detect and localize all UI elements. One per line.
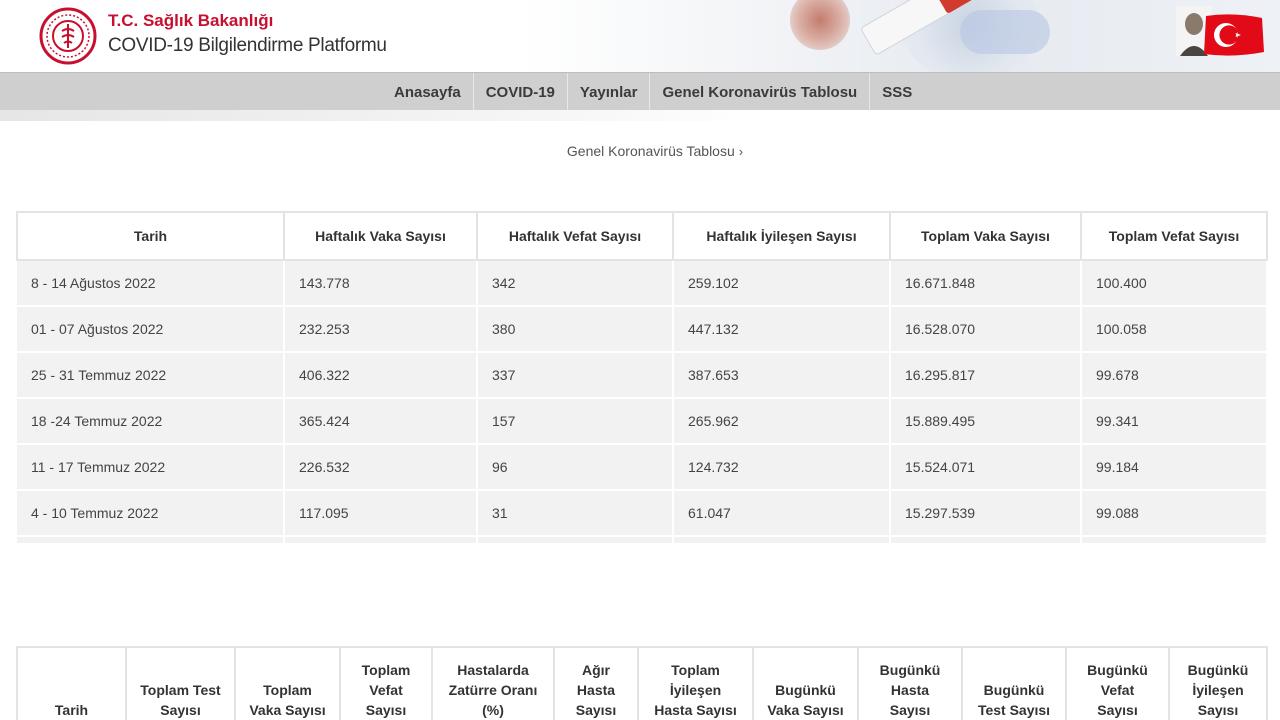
table-header-row: Tarih Haftalık Vaka Sayısı Haftalık Vefa… [16,211,1268,261]
table-cell [890,536,1082,545]
column-header: Bugünkü Hasta Sayısı [857,646,963,720]
column-header: Toplam İyileşen Hasta Sayısı [637,646,754,720]
nav-shadow [0,110,1280,121]
column-header: Toplam Test Sayısı [125,646,236,720]
table-cell: 117.095 [284,490,478,537]
nav-item-genel-tablo[interactable]: Genel Koronavirüs Tablosu [649,73,869,111]
table-cell: 8 - 14 Ağustos 2022 [17,260,285,307]
table-cell: 157 [477,398,674,445]
table-cell: 16.295.817 [890,352,1082,399]
table-cell [284,536,478,545]
table-row: 4 - 10 Temmuz 2022 117.095 31 61.047 15.… [17,490,1268,537]
turkish-flag-icon [1204,14,1264,56]
table-cell: 15.524.071 [890,444,1082,491]
table-header-row: Tarih Toplam Test Sayısı Toplam Vaka Sayıs… [16,646,1268,720]
table-cell: 99.088 [1081,490,1268,537]
ministry-logo-icon[interactable] [39,7,97,65]
table-row: 25 - 31 Temmuz 2022 406.322 337 387.653 … [17,352,1268,399]
breadcrumb: Genel Koronavirüs Tablosu › [0,143,1280,159]
table-cell: 387.653 [673,352,891,399]
table-row: 11 - 17 Temmuz 2022 226.532 96 124.732 1… [17,444,1268,491]
table-cell: 15.889.495 [890,398,1082,445]
table-cell: 232.253 [284,306,478,353]
table-cell: 342 [477,260,674,307]
table-cell: 143.778 [284,260,478,307]
column-header: Bugünkü Test Sayısı [961,646,1067,720]
column-header: Hastalarda Zatürre Oranı (%) [431,646,555,720]
column-header: Haftalık İyileşen Sayısı [672,211,891,261]
weekly-stats-table: Tarih Haftalık Vaka Sayısı Haftalık Vefa… [16,211,1268,545]
hero-glove [960,10,1050,54]
table-cell: 447.132 [673,306,891,353]
table-cell: 99.678 [1081,352,1268,399]
table-row: 8 - 14 Ağustos 2022 143.778 342 259.102 … [17,260,1268,307]
column-header: Toplam Vaka Sayısı [234,646,341,720]
table-cell: 4 - 10 Temmuz 2022 [17,490,285,537]
daily-stats-table: Tarih Toplam Test Sayısı Toplam Vaka Sayıs… [16,646,1268,720]
table-cell: 99.341 [1081,398,1268,445]
table-cell [477,536,674,545]
table-cell: 406.322 [284,352,478,399]
column-header: Toplam Vaka Sayısı [889,211,1082,261]
column-header: Tarih [16,211,285,261]
table-cell: 99.184 [1081,444,1268,491]
brand-subtitle[interactable]: COVID-19 Bilgilendirme Platformu [108,35,387,57]
nav-item-sss[interactable]: SSS [869,73,924,111]
brand-title[interactable]: T.C. Sağlık Bakanlığı [108,11,273,31]
table-row: 01 - 07 Ağustos 2022 232.253 380 447.132… [17,306,1268,353]
table-cell: 31 [477,490,674,537]
table-cell: 25 - 31 Temmuz 2022 [17,352,285,399]
table-cell [1081,536,1268,545]
table-cell: 16.671.848 [890,260,1082,307]
site-header: T.C. Sağlık Bakanlığı COVID-19 Bilgilend… [0,0,1280,72]
nav-item-anasayfa[interactable]: Anasayfa [382,73,473,111]
column-header: Toplam Vefat Sayısı [1080,211,1268,261]
table-cell: 380 [477,306,674,353]
table-cell [673,536,891,545]
table-cell: 16.528.070 [890,306,1082,353]
breadcrumb-label[interactable]: Genel Koronavirüs Tablosu [567,143,735,159]
column-header: Ağır Hasta Sayısı [553,646,639,720]
nav-item-yayinlar[interactable]: Yayınlar [566,73,650,111]
table-cell [17,536,285,545]
table-cell: 18 -24 Temmuz 2022 [17,398,285,445]
table-row-partial [17,536,1268,545]
table-cell: 100.058 [1081,306,1268,353]
column-header: Bugünkü Vefat Sayısı [1065,646,1170,720]
table-cell: 96 [477,444,674,491]
column-header: Bugünkü Vaka Sayısı [752,646,859,720]
table-row: 18 -24 Temmuz 2022 365.424 157 265.962 1… [17,398,1268,445]
nav-item-covid19[interactable]: COVID-19 [472,73,567,111]
column-header: Haftalık Vefat Sayısı [476,211,674,261]
table-cell: 337 [477,352,674,399]
table-cell: 01 - 07 Ağustos 2022 [17,306,285,353]
column-header: Haftalık Vaka Sayısı [283,211,478,261]
table-cell: 61.047 [673,490,891,537]
table-cell: 259.102 [673,260,891,307]
column-header: Toplam Vefat Sayısı [339,646,433,720]
main-nav: Anasayfa COVID-19 Yayınlar Genel Koronav… [0,72,1280,111]
table-cell: 124.732 [673,444,891,491]
table-cell: 265.962 [673,398,891,445]
column-header: Tarih [16,646,127,720]
table-cell: 11 - 17 Temmuz 2022 [17,444,285,491]
table-cell: 365.424 [284,398,478,445]
column-header: Bugünkü İyileşen Sayısı [1168,646,1268,720]
chevron-right-icon: › [738,144,744,159]
table-cell: 15.297.539 [890,490,1082,537]
table-cell: 100.400 [1081,260,1268,307]
table-cell: 226.532 [284,444,478,491]
